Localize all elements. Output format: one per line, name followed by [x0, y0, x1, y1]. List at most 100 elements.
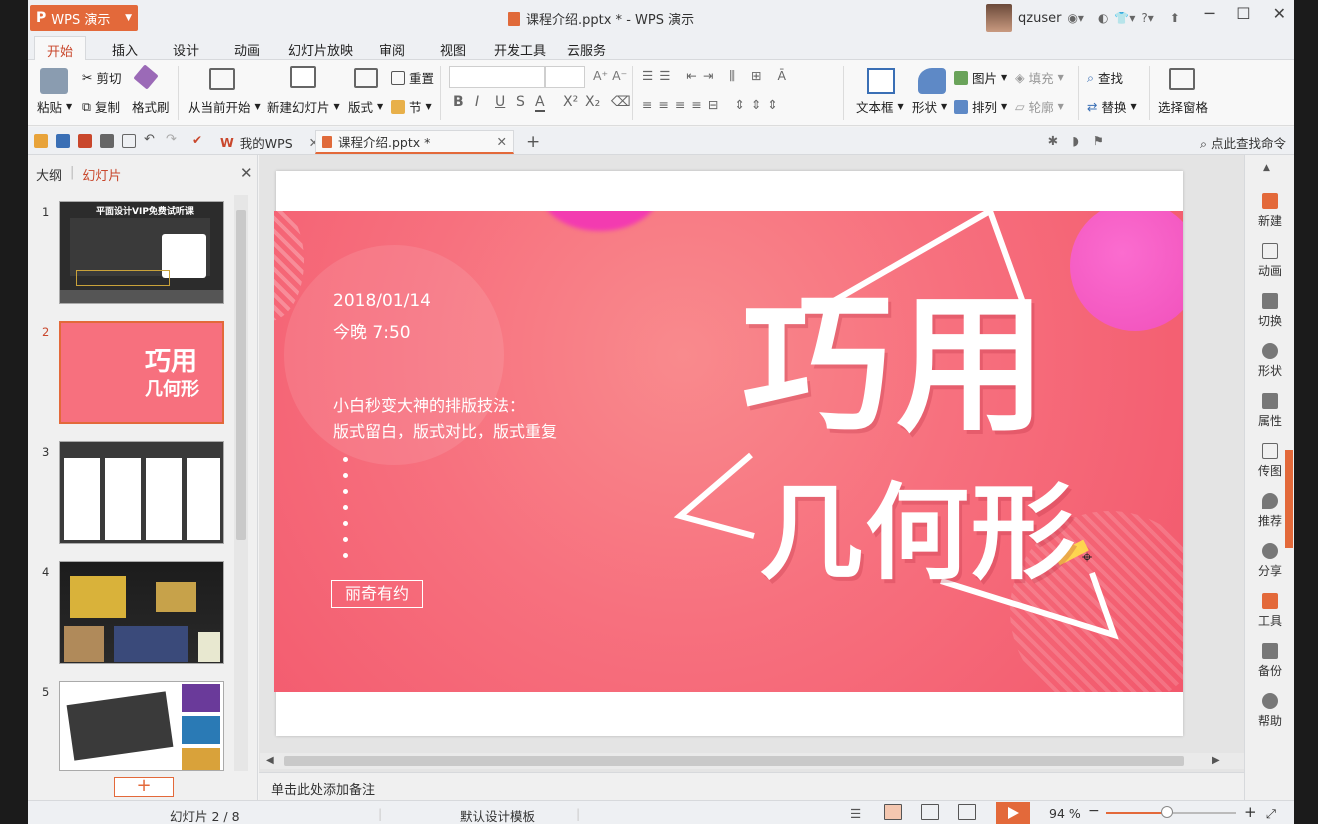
tab-review[interactable]: 审阅 [379, 40, 405, 59]
minimize-icon[interactable]: ─ [1205, 4, 1215, 23]
scroll-right-icon[interactable]: ▶ [1212, 755, 1220, 766]
selection-pane-button[interactable]: 选择窗格 [1158, 97, 1208, 116]
copy-button[interactable]: ⧉ 复制 [82, 97, 120, 116]
font-name-select[interactable] [449, 66, 545, 88]
bold-icon[interactable]: B [453, 94, 464, 110]
superscript-icon[interactable]: X² [563, 94, 578, 110]
tab-design[interactable]: 设计 [173, 40, 199, 59]
sidebar-item-animation[interactable]: 动画 [1245, 243, 1294, 279]
play-slideshow-button[interactable] [996, 802, 1030, 824]
shape-button[interactable]: 形状 ▼ [912, 97, 947, 116]
textbox-button[interactable]: 文本框 ▼ [856, 97, 904, 116]
shirt-icon[interactable]: 👕▾ [1114, 11, 1135, 25]
flag-icon[interactable]: ⚑ [1093, 133, 1104, 148]
print-preview-icon[interactable] [122, 134, 136, 148]
find-button[interactable]: ⌕ 查找 [1087, 68, 1123, 87]
zoom-slider-handle[interactable] [1161, 806, 1174, 818]
zoom-out-icon[interactable]: − [1088, 803, 1100, 819]
print-icon[interactable] [100, 134, 114, 148]
panel-scrollbar[interactable] [234, 195, 248, 771]
paste-icon[interactable] [40, 68, 68, 94]
sidebar-item-share[interactable]: 分享 [1245, 543, 1294, 579]
scroll-left-icon[interactable]: ◀ [266, 755, 274, 766]
open-icon[interactable] [34, 134, 48, 148]
help-button[interactable]: ?▾ [1141, 11, 1153, 25]
tab-developer[interactable]: 开发工具 [494, 40, 546, 59]
export-pdf-icon[interactable] [78, 134, 92, 148]
tab-animation[interactable]: 动画 [234, 40, 260, 59]
tab-slides[interactable]: 幻灯片 [82, 165, 121, 184]
fill-button[interactable]: ◈ 填充 ▼ [1015, 68, 1064, 87]
zoom-in-icon[interactable]: + [1244, 803, 1257, 821]
collapse-ribbon-icon[interactable]: ⬆ [1170, 11, 1180, 25]
notes-pane[interactable]: 单击此处添加备注 [259, 772, 1244, 800]
scrollbar-thumb[interactable] [284, 756, 1184, 766]
tab-slideshow[interactable]: 幻灯片放映 [288, 40, 353, 59]
strikethrough-icon[interactable]: S [516, 94, 525, 110]
zoom-level[interactable]: 94 % [1049, 806, 1081, 821]
font-color-icon[interactable]: A [535, 94, 545, 112]
command-search[interactable]: ⌕ 点此查找命令 [1200, 133, 1286, 152]
textbox-icon[interactable] [867, 68, 895, 94]
tab-insert[interactable]: 插入 [112, 40, 138, 59]
reading-view-icon[interactable] [958, 804, 976, 820]
user-dropdown-icon[interactable]: ◉▾ [1067, 11, 1084, 25]
slide[interactable]: 2018/01/14 今晚 7:50 小白秒变大神的排版技法： 版式留白，版式对… [274, 171, 1183, 736]
new-tab-icon[interactable]: + [520, 130, 546, 154]
save-icon[interactable] [56, 134, 70, 148]
grow-font-icon[interactable]: A⁺ A⁻ [593, 68, 627, 83]
align-left-icon[interactable]: ≡≡≡≡⊟ ⇕⇕⇕ [642, 97, 784, 112]
paste-button[interactable]: 粘贴 ▼ [37, 97, 72, 116]
cut-button[interactable]: ✂ 剪切 [82, 68, 122, 87]
font-size-select[interactable] [545, 66, 585, 88]
skin-icon[interactable]: ◐ [1098, 11, 1108, 25]
tab-view[interactable]: 视图 [440, 40, 466, 59]
sidebar-item-backup[interactable]: 备份 [1245, 643, 1294, 679]
maximize-icon[interactable]: ☐ [1236, 4, 1250, 23]
new-slide-button[interactable]: 新建幻灯片 ▼ [267, 97, 340, 116]
underline-icon[interactable]: U [495, 94, 505, 110]
sidebar-item-help[interactable]: 帮助 [1245, 693, 1294, 729]
tab-document[interactable]: 课程介绍.pptx * ✕ [315, 130, 514, 154]
subscript-icon[interactable]: X₂ [585, 94, 600, 110]
outline-button[interactable]: ▱ 轮廓 ▼ [1015, 97, 1064, 116]
from-current-button[interactable]: 从当前开始 ▼ [188, 97, 261, 116]
layout-icon[interactable] [354, 68, 378, 88]
new-slide-icon[interactable] [290, 66, 316, 88]
arrange-button[interactable]: 排列 ▼ [954, 97, 1007, 116]
format-painter-icon[interactable] [133, 64, 159, 90]
avatar[interactable] [986, 4, 1012, 32]
selection-pane-icon[interactable] [1169, 68, 1195, 90]
app-menu-button[interactable]: P WPS 演示 ▼ [30, 5, 138, 31]
replace-button[interactable]: ⇄ 替换 ▼ [1087, 97, 1137, 116]
redo-icon[interactable]: ↷ [166, 133, 180, 148]
play-from-current-icon[interactable] [209, 68, 235, 90]
collapse-pane-handle[interactable] [1285, 450, 1293, 548]
reset-button[interactable]: 重置 [391, 68, 434, 87]
bullet-list-icon[interactable]: ☰☰ ⇤⇥ ⫼ ⊞ Ā [642, 68, 792, 84]
sidebar-item-tools[interactable]: 工具 [1245, 593, 1294, 629]
undo-icon[interactable]: ↶ [144, 133, 158, 148]
normal-view-icon[interactable] [884, 804, 902, 820]
close-icon[interactable]: ✕ [1273, 4, 1286, 23]
format-painter-button[interactable]: 格式刷 [132, 97, 170, 116]
close-icon[interactable]: ✕ [497, 134, 507, 149]
sidebar-item-properties[interactable]: 属性 [1245, 393, 1294, 429]
pin-icon[interactable]: ✱ [1048, 133, 1058, 148]
scroll-up-icon[interactable]: ▲ [1263, 163, 1270, 173]
tab-my-wps[interactable]: W 我的WPS ✕ [214, 130, 325, 154]
clear-format-icon[interactable]: ⌫ [611, 94, 631, 110]
sidebar-item-new[interactable]: 新建 [1245, 193, 1294, 229]
slide-sorter-icon[interactable] [921, 804, 939, 820]
customize-icon[interactable]: ✔ [192, 134, 206, 148]
scrollbar-thumb[interactable] [236, 210, 246, 540]
section-button[interactable]: 节 ▼ [391, 97, 432, 116]
tab-outline[interactable]: 大纲 [36, 165, 62, 184]
fit-window-icon[interactable]: ⤢ [1266, 806, 1276, 822]
shapes-icon[interactable] [918, 68, 946, 94]
layout-button[interactable]: 版式 ▼ [348, 97, 383, 116]
sidebar-item-transition[interactable]: 切换 [1245, 293, 1294, 329]
italic-icon[interactable]: I [475, 94, 479, 110]
horizontal-scrollbar[interactable]: ◀ ▶ [260, 753, 1244, 769]
tab-cloud[interactable]: 云服务 [567, 40, 606, 59]
